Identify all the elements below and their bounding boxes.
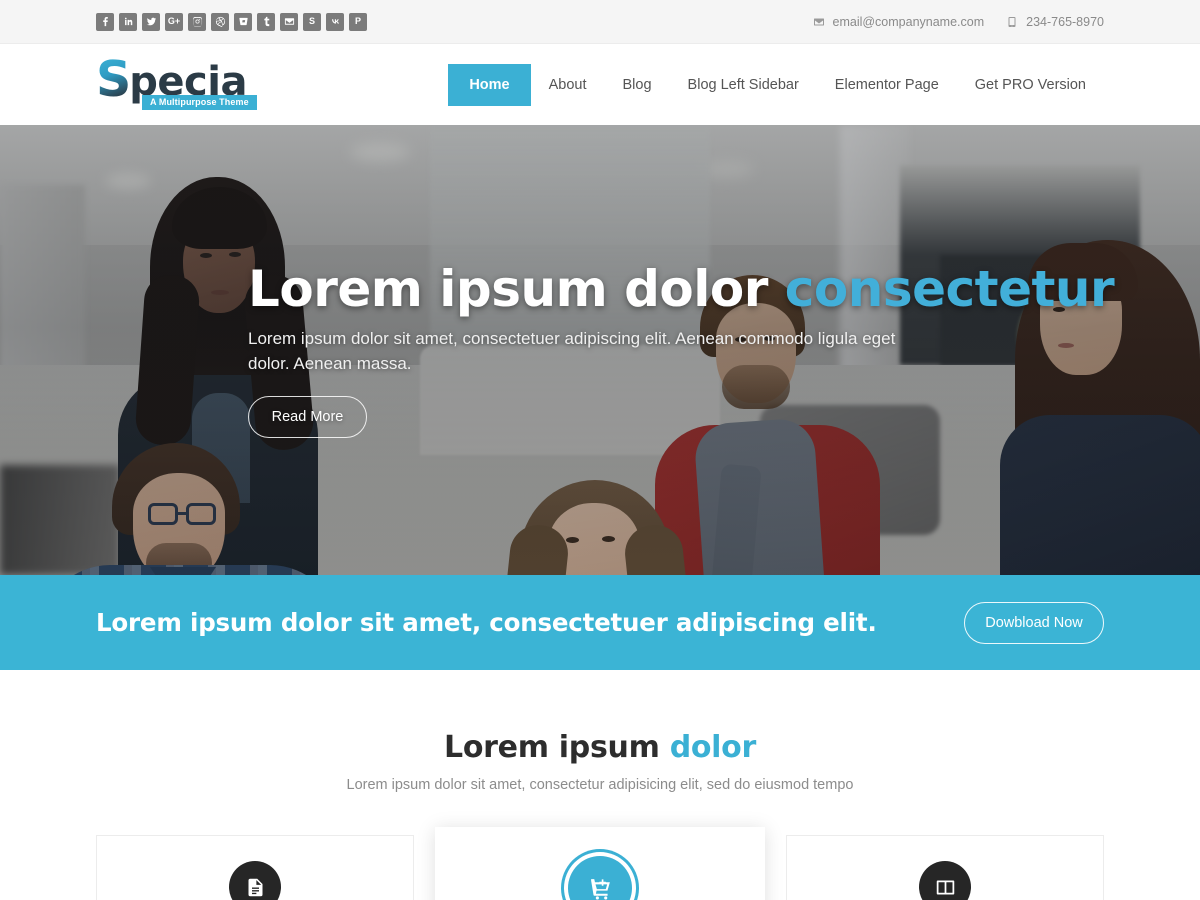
feature-card[interactable] xyxy=(786,835,1104,900)
nav-item-blog[interactable]: Blog xyxy=(605,65,670,105)
cta-text: Lorem ipsum dolor sit amet, consectetuer… xyxy=(96,608,877,637)
nav-item-blog-left-sidebar[interactable]: Blog Left Sidebar xyxy=(670,65,817,105)
linkedin-icon[interactable] xyxy=(119,12,137,31)
nav-item-home[interactable]: Home xyxy=(448,63,531,106)
hero-banner: Lorem ipsum dolor consectetur Lorem ipsu… xyxy=(0,125,1200,575)
feature-card[interactable] xyxy=(96,835,414,900)
logo-initial: S xyxy=(96,50,131,108)
cta-band: Lorem ipsum dolor sit amet, consectetuer… xyxy=(0,575,1200,670)
social-links: G+ S P xyxy=(96,12,367,31)
section-title-main: Lorem ipsum xyxy=(444,730,670,765)
tumblr-icon[interactable] xyxy=(257,12,275,31)
skype-icon[interactable]: S xyxy=(303,12,321,31)
bitbucket-icon[interactable] xyxy=(234,12,252,31)
logo-tagline: A Multipurpose Theme xyxy=(142,95,257,111)
nav-item-get-pro-version[interactable]: Get PRO Version xyxy=(957,65,1104,105)
phone-text: 234-765-8970 xyxy=(1026,14,1104,29)
hero-title-accent: consectetur xyxy=(784,260,1115,319)
google-plus-icon[interactable]: G+ xyxy=(165,12,183,31)
phone-icon xyxy=(1008,16,1016,27)
columns-icon xyxy=(919,861,971,900)
logo-wordmark: S pecia xyxy=(96,50,247,108)
nav-item-elementor-page[interactable]: Elementor Page xyxy=(817,65,957,105)
features-section: Lorem ipsum dolor Lorem ipsum dolor sit … xyxy=(0,670,1200,900)
hero-title: Lorem ipsum dolor consectetur xyxy=(248,262,1200,317)
shopping-cart-icon xyxy=(568,856,632,900)
twitter-icon[interactable] xyxy=(142,12,160,31)
contact-phone[interactable]: 234-765-8970 xyxy=(1006,15,1104,29)
envelope-icon xyxy=(813,18,824,25)
feature-card[interactable] xyxy=(435,827,765,900)
nav-item-about[interactable]: About xyxy=(531,65,605,105)
hero-title-main: Lorem ipsum dolor xyxy=(248,260,785,319)
download-now-button[interactable]: Dowbload Now xyxy=(964,601,1104,644)
site-logo[interactable]: S pecia A Multipurpose Theme xyxy=(96,50,257,111)
section-title: Lorem ipsum dolor xyxy=(96,730,1104,765)
hero-content: Lorem ipsum dolor consectetur Lorem ipsu… xyxy=(0,125,1200,575)
main-navigation: Home About Blog Blog Left Sidebar Elemen… xyxy=(448,63,1104,106)
document-icon xyxy=(229,861,281,900)
email-icon[interactable] xyxy=(280,12,298,31)
hero-subtitle: Lorem ipsum dolor sit amet, consectetuer… xyxy=(248,329,896,373)
read-more-button[interactable]: Read More xyxy=(248,395,367,438)
top-bar: G+ S P email@companyname.com 234-765-897… xyxy=(0,0,1200,44)
feature-cards xyxy=(96,827,1104,900)
site-header: S pecia A Multipurpose Theme Home About … xyxy=(0,44,1200,125)
section-title-accent: dolor xyxy=(669,730,757,765)
facebook-icon[interactable] xyxy=(96,12,114,31)
section-subtitle: Lorem ipsum dolor sit amet, consectetur … xyxy=(346,777,854,793)
instagram-icon[interactable] xyxy=(188,12,206,31)
vk-icon[interactable] xyxy=(326,12,344,31)
pinterest-icon[interactable]: P xyxy=(349,12,367,31)
dribbble-icon[interactable] xyxy=(211,12,229,31)
contact-email[interactable]: email@companyname.com xyxy=(813,14,985,29)
contact-info: email@companyname.com 234-765-8970 xyxy=(813,14,1104,29)
email-text: email@companyname.com xyxy=(832,14,985,29)
